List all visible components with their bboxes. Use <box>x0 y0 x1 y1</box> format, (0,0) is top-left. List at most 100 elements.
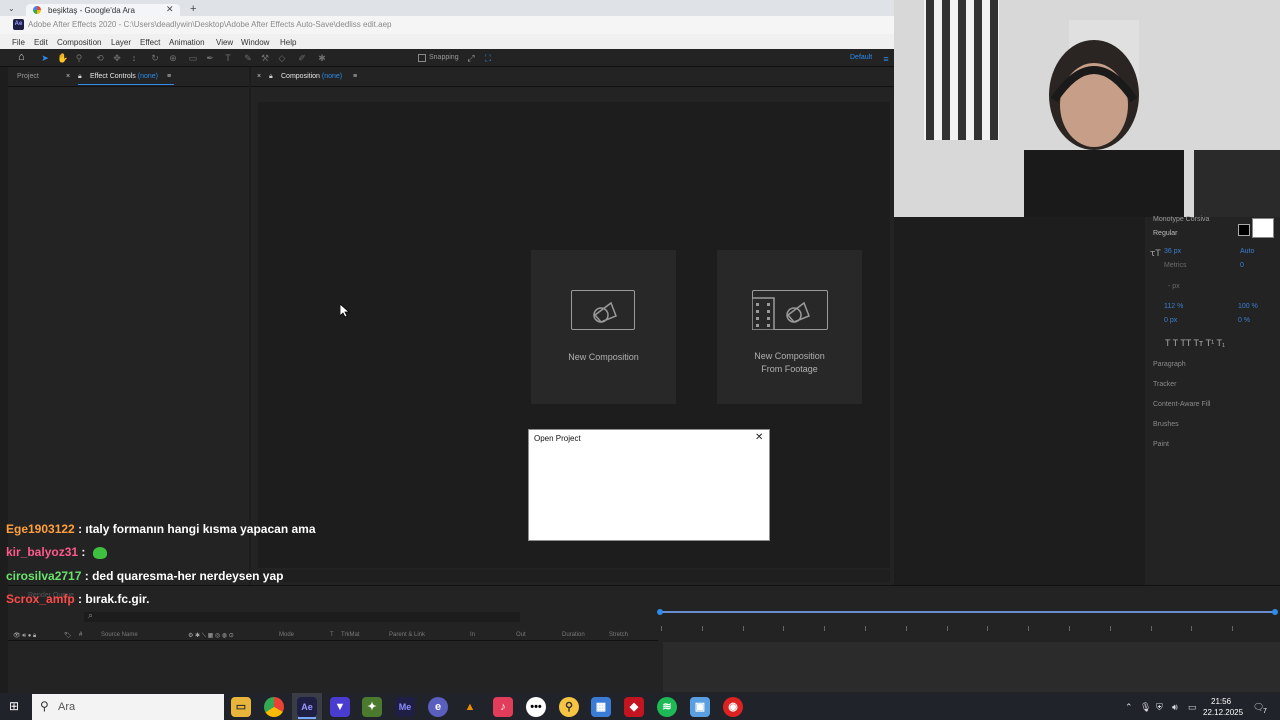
zoom-tool-icon[interactable]: ⚲ <box>74 53 84 63</box>
column-in[interactable]: In <box>470 632 475 638</box>
panel-menu-icon[interactable]: ≡ <box>353 73 357 80</box>
snap-option-icon[interactable]: ⤢ <box>466 53 476 63</box>
text-style-buttons[interactable]: T T TT Tт T¹ T₁ <box>1165 338 1225 348</box>
shield-icon[interactable]: ▼ <box>330 697 350 717</box>
tab-list-chevron-icon[interactable]: ⌄ <box>8 4 15 13</box>
lock-icon[interactable]: 🔒︎ <box>269 73 273 81</box>
anchor-tool-icon[interactable]: ⊕ <box>168 53 178 63</box>
tab-close-icon[interactable]: ✕ <box>166 4 174 15</box>
snap-grid-icon[interactable]: ⛶ <box>483 53 493 63</box>
workspace-default[interactable]: Default <box>850 54 872 61</box>
chat-app-icon[interactable]: ••• <box>526 697 546 717</box>
chrome-icon[interactable] <box>264 697 284 717</box>
vertical-scale-value[interactable]: 112 % <box>1164 303 1183 310</box>
work-area-bar[interactable] <box>660 611 1276 613</box>
music-app-icon[interactable]: ♪ <box>493 697 513 717</box>
tracking-value[interactable]: 0 <box>1240 262 1244 269</box>
menu-view[interactable]: View <box>216 38 233 47</box>
column-parent-link[interactable]: Parent & Link <box>389 632 425 638</box>
menu-file[interactable]: File <box>12 38 25 47</box>
clone-stamp-tool-icon[interactable]: ⚒ <box>260 53 270 63</box>
menu-effect[interactable]: Effect <box>140 38 160 47</box>
clock-time[interactable]: 21:56 <box>1211 697 1231 706</box>
stroke-width-value[interactable]: - px <box>1168 283 1180 290</box>
timeline-track-area[interactable] <box>663 642 1280 692</box>
security-icon[interactable]: ⛨ <box>1156 702 1163 713</box>
selection-tool-icon[interactable]: ➤ <box>40 53 50 63</box>
tab-close-icon[interactable]: × <box>66 73 70 80</box>
hand-tool-icon[interactable]: ✋ <box>57 53 68 63</box>
tab-close-icon[interactable]: × <box>257 73 261 80</box>
column-stretch[interactable]: Stretch <box>609 632 628 638</box>
dolly-tool-icon[interactable]: ↕ <box>129 53 139 63</box>
label-icon[interactable]: 🏷︎ <box>64 632 72 639</box>
fill-color-swatch[interactable] <box>1238 224 1250 236</box>
font-size-value[interactable]: 36 px <box>1164 248 1181 255</box>
file-explorer-icon[interactable]: ▭ <box>231 697 251 717</box>
menu-window[interactable]: Window <box>241 38 269 47</box>
av-switches-icons[interactable]: 👁︎ 🔊︎ ● 🔒︎ <box>13 632 36 640</box>
paragraph-panel-tab[interactable]: Paragraph <box>1153 361 1186 368</box>
window-app-icon[interactable]: ▣ <box>690 697 710 717</box>
paint-panel-tab[interactable]: Paint <box>1153 441 1169 448</box>
tray-expand-icon[interactable]: ⌃ <box>1125 702 1133 713</box>
puppet-tool-icon[interactable]: ✱ <box>317 53 327 63</box>
work-area-end-handle[interactable] <box>1272 609 1278 615</box>
type-tool-icon[interactable]: T <box>223 53 233 63</box>
maps-icon[interactable]: ⚲ <box>559 697 579 717</box>
column-duration[interactable]: Duration <box>562 632 585 638</box>
tab-effect-controls[interactable]: Effect Controls (none) <box>90 73 158 80</box>
after-effects-icon[interactable]: Ae <box>297 697 317 717</box>
panel-menu-icon[interactable]: ≡ <box>167 73 171 80</box>
vlc-icon[interactable]: ▲ <box>460 697 480 717</box>
new-composition-button[interactable]: New Composition <box>531 250 676 404</box>
browser-icon[interactable]: e <box>428 697 448 717</box>
eraser-tool-icon[interactable]: ◇ <box>277 53 287 63</box>
obs-icon[interactable]: ◉ <box>723 697 743 717</box>
column-trkmat[interactable]: TrkMat <box>341 632 359 638</box>
fill-stroke-swatch[interactable] <box>1236 218 1278 240</box>
content-aware-fill-panel-tab[interactable]: Content-Aware Fill <box>1153 401 1210 408</box>
windows-start-icon[interactable]: ⊞ <box>9 700 21 712</box>
layer-switches-icons[interactable]: ⚙ ✱ ⟍ ▦ ◎ ◍ ⊙ <box>188 632 234 640</box>
column-mode[interactable]: Mode <box>279 632 294 638</box>
column-t[interactable]: T <box>330 632 334 638</box>
home-icon[interactable]: ⌂ <box>18 51 30 63</box>
timeline-search-input[interactable] <box>84 612 520 622</box>
workspace-menu-icon[interactable]: ≡ <box>881 54 891 64</box>
menu-animation[interactable]: Animation <box>169 38 205 47</box>
lock-icon[interactable]: 🔒︎ <box>78 73 82 81</box>
menu-help[interactable]: Help <box>280 38 296 47</box>
clock-date[interactable]: 22.12.2025 <box>1203 708 1243 717</box>
menu-composition[interactable]: Composition <box>57 38 101 47</box>
work-area-start-handle[interactable] <box>657 609 663 615</box>
tsume-value[interactable]: 0 % <box>1238 317 1250 324</box>
dialog-close-icon[interactable]: ✕ <box>755 432 763 443</box>
horizontal-scale-value[interactable]: 100 % <box>1238 303 1258 310</box>
browser-tab[interactable]: beşiktaş - Google'da Ara <box>26 4 180 16</box>
game-icon[interactable]: ✦ <box>362 697 382 717</box>
stroke-color-swatch[interactable] <box>1252 218 1274 238</box>
orbit-tool-icon[interactable]: ⟲ <box>95 53 105 63</box>
rectangle-tool-icon[interactable]: ▭ <box>188 53 198 63</box>
column-out[interactable]: Out <box>516 632 526 638</box>
photos-icon[interactable]: ▦ <box>591 697 611 717</box>
red-app-icon[interactable]: ◆ <box>624 697 644 717</box>
brushes-panel-tab[interactable]: Brushes <box>1153 421 1179 428</box>
kerning-value[interactable]: Metrics <box>1164 262 1187 269</box>
tab-project[interactable]: Project <box>17 73 39 80</box>
rotate-tool-icon[interactable]: ↻ <box>150 53 160 63</box>
pen-tool-icon[interactable]: ✒ <box>205 53 215 63</box>
pan-tool-icon[interactable]: ✥ <box>112 53 122 63</box>
font-style-field[interactable]: Regular <box>1153 230 1178 237</box>
font-family-field[interactable]: Monotype Corsiva <box>1153 216 1209 223</box>
menu-layer[interactable]: Layer <box>111 38 131 47</box>
microphone-icon[interactable]: 🎙︎ <box>1140 702 1151 713</box>
menu-edit[interactable]: Edit <box>34 38 48 47</box>
volume-icon[interactable]: 🔊︎ <box>1172 702 1178 713</box>
snapping-checkbox[interactable] <box>418 54 426 62</box>
leading-value[interactable]: Auto <box>1240 248 1254 255</box>
media-encoder-icon[interactable]: Me <box>395 697 415 717</box>
roto-brush-tool-icon[interactable]: ✐ <box>297 53 307 63</box>
tab-composition[interactable]: Composition (none) <box>281 73 342 80</box>
